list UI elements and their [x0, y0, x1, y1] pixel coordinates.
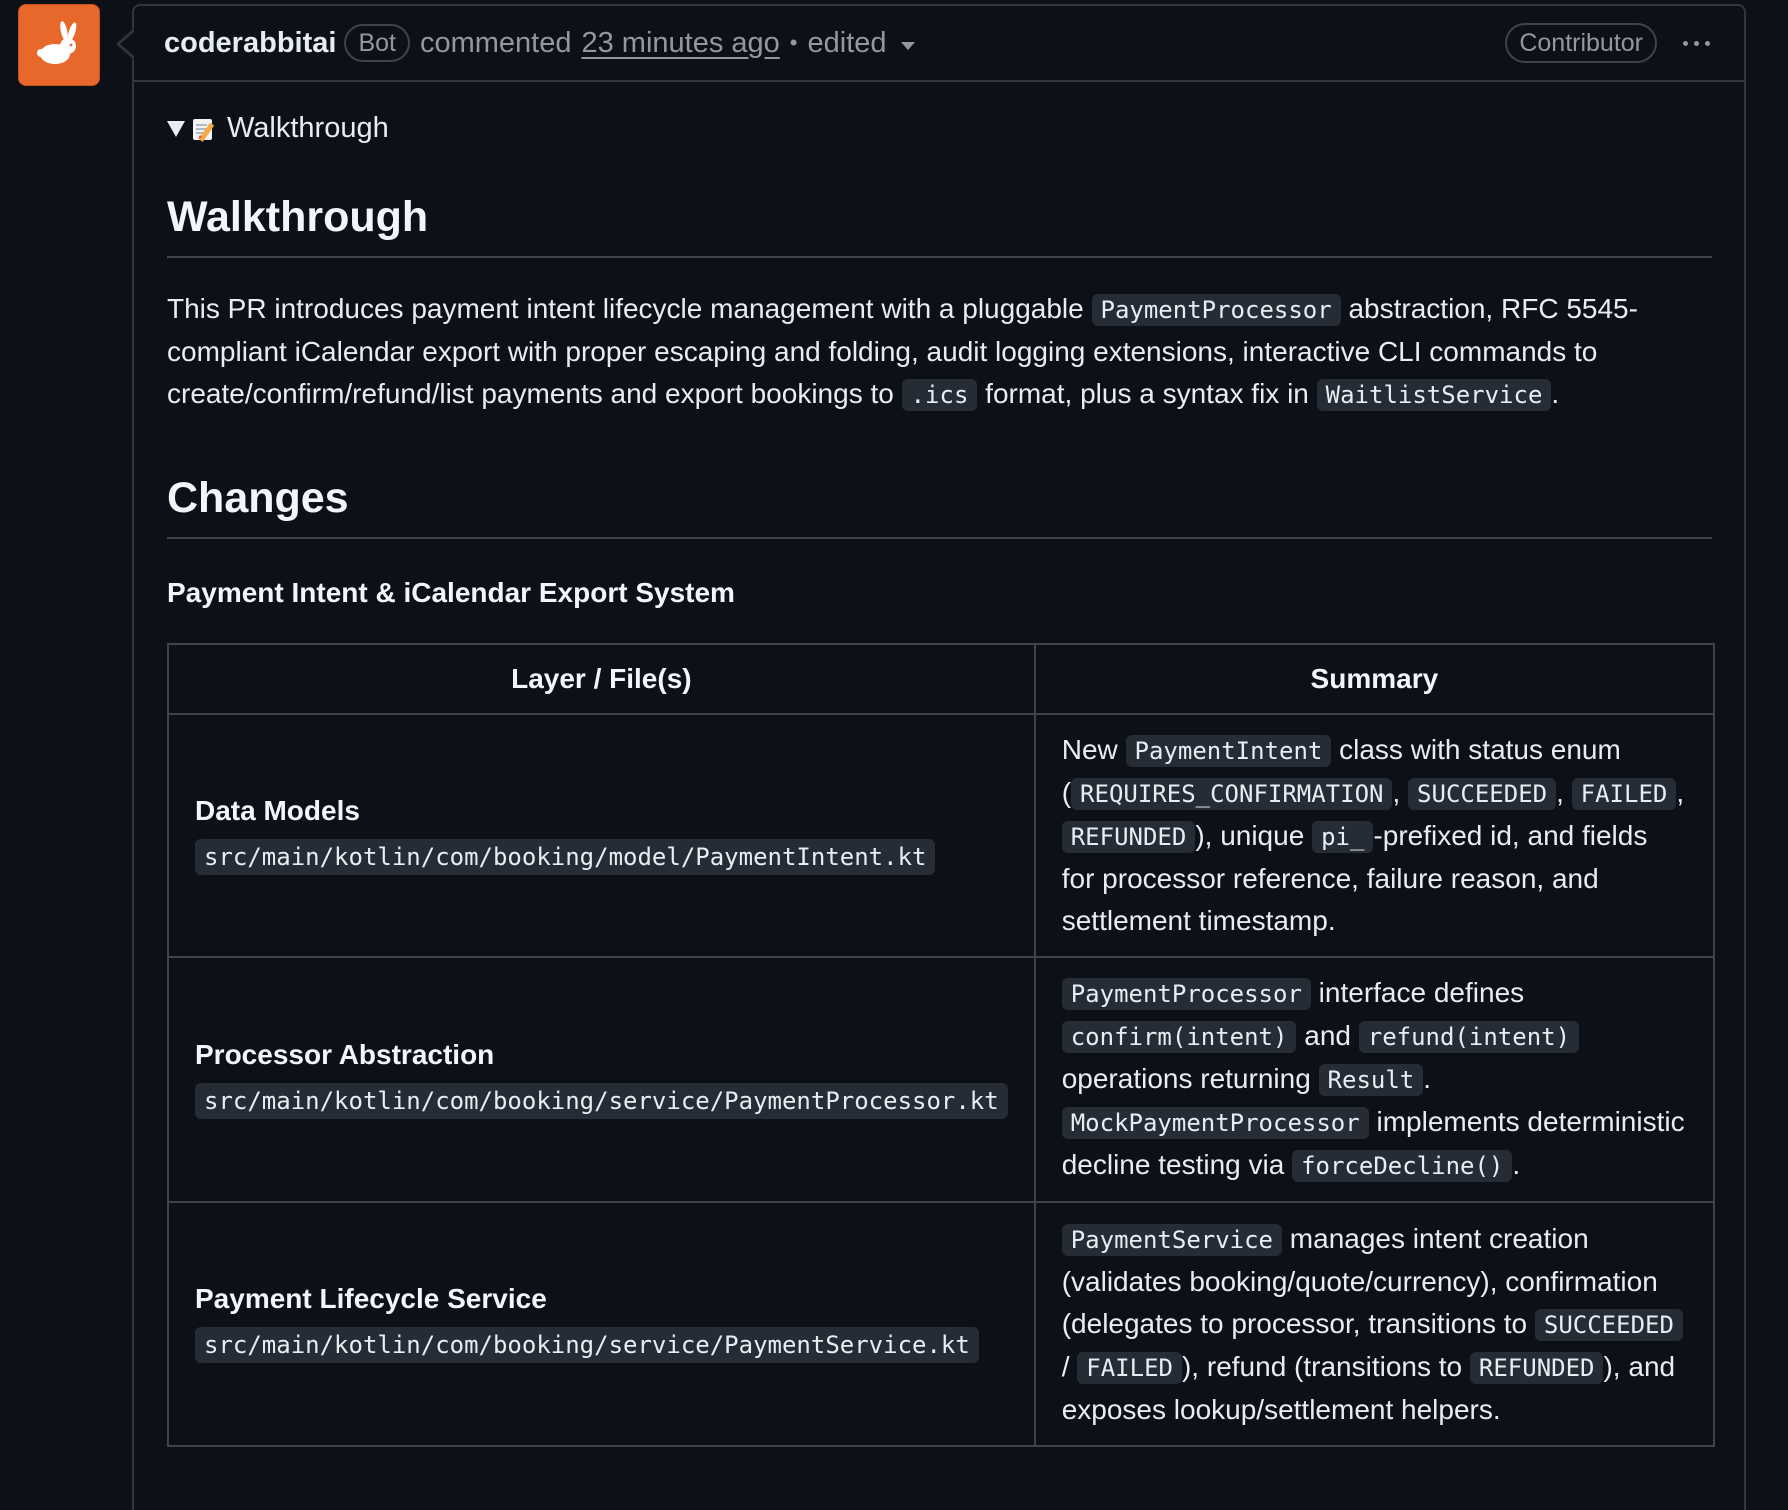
inline-code: PaymentProcessor [1061, 978, 1311, 1010]
walkthrough-toggle-label: Walkthrough [227, 112, 389, 144]
page: coderabbitai Bot commented 23 minutes ag… [0, 0, 1788, 1510]
inline-code: PaymentIntent [1125, 735, 1332, 767]
memo-icon [193, 118, 215, 142]
table-row: Processor Abstraction src/main/kotlin/co… [167, 956, 1716, 1203]
table-row: Data Models src/main/kotlin/com/booking/… [167, 713, 1716, 958]
inline-code: REFUNDED [1469, 1351, 1604, 1384]
layer-cell: Payment Lifecycle Service src/main/kotli… [167, 1201, 1036, 1447]
inline-code: .ics [901, 379, 978, 411]
changes-table: Layer / File(s) Summary Data Models src/… [167, 643, 1716, 1447]
layer-cell: Processor Abstraction src/main/kotlin/co… [167, 956, 1036, 1203]
inline-code: REFUNDED [1061, 821, 1196, 853]
inline-code: FAILED [1571, 778, 1677, 810]
inline-code: refund(intent) [1358, 1021, 1580, 1053]
inline-code: MockPaymentProcessor [1061, 1107, 1369, 1139]
contributor-badge: Contributor [1505, 23, 1657, 63]
file-path: src/main/kotlin/com/booking/model/Paymen… [195, 837, 1008, 881]
separator-dot: • [789, 30, 798, 55]
file-path-code: src/main/kotlin/com/booking/service/Paym… [195, 1082, 1008, 1119]
comment-body: Walkthrough Walkthrough This PR introduc… [134, 112, 1744, 1447]
rabbit-icon [37, 21, 77, 64]
inline-code: SUCCEEDED [1408, 778, 1557, 810]
inline-code: WaitlistService [1316, 379, 1552, 411]
avatar[interactable] [18, 4, 100, 86]
file-path-code: src/main/kotlin/com/booking/service/Paym… [195, 1327, 979, 1363]
column-header-layer: Layer / File(s) [167, 643, 1036, 715]
edited-label[interactable]: edited [808, 27, 887, 60]
inline-code: pi_ [1312, 821, 1374, 853]
section-heading: Payment Intent & iCalendar Export System [167, 577, 735, 608]
summary-cell: PaymentProcessor interface defines confi… [1033, 956, 1716, 1203]
table-header-row: Layer / File(s) Summary [167, 643, 1716, 715]
inline-code: confirm(intent) [1061, 1021, 1297, 1053]
column-header-summary: Summary [1033, 643, 1716, 715]
inline-code: PaymentProcessor [1091, 294, 1341, 326]
inline-code: FAILED [1077, 1351, 1182, 1384]
bot-badge: Bot [344, 24, 410, 62]
inline-code: forceDecline() [1292, 1150, 1513, 1182]
file-path-code: src/main/kotlin/com/booking/model/Paymen… [195, 838, 936, 875]
inline-code: Result [1318, 1064, 1424, 1096]
chevron-down-icon[interactable] [900, 42, 915, 50]
summary-cell: PaymentService manages intent creation (… [1033, 1201, 1716, 1447]
layer-name: Payment Lifecycle Service [195, 1283, 547, 1314]
timestamp-link[interactable]: 23 minutes ago [581, 27, 779, 60]
walkthrough-toggle[interactable]: Walkthrough [167, 112, 1712, 145]
summary-cell: New PaymentIntent class with status enum… [1033, 713, 1716, 958]
layer-name: Data Models [195, 794, 360, 826]
file-path: src/main/kotlin/com/booking/service/Paym… [195, 1081, 1008, 1125]
header-right: Contributor [1505, 23, 1714, 63]
comment-pointer-inner [120, 32, 134, 56]
author-name[interactable]: coderabbitai [164, 27, 336, 60]
comment-box: coderabbitai Bot commented 23 minutes ag… [132, 4, 1746, 1510]
changes-heading: Changes [167, 474, 1712, 539]
inline-code: REQUIRES_CONFIRMATION [1071, 778, 1393, 810]
triangle-down-icon [167, 120, 185, 137]
more-options-icon[interactable] [1679, 31, 1714, 56]
comment-header: coderabbitai Bot commented 23 minutes ag… [134, 6, 1744, 82]
comment-action: commented [419, 26, 572, 59]
table-row: Payment Lifecycle Service src/main/kotli… [167, 1201, 1716, 1447]
intro-paragraph: This PR introduces payment intent lifecy… [167, 293, 1638, 411]
inline-code: PaymentService [1061, 1223, 1283, 1256]
layer-name: Processor Abstraction [195, 1038, 495, 1070]
layer-cell: Data Models src/main/kotlin/com/booking/… [167, 713, 1036, 958]
inline-code: SUCCEEDED [1534, 1308, 1683, 1341]
file-path: src/main/kotlin/com/booking/service/Paym… [195, 1325, 1008, 1369]
walkthrough-heading: Walkthrough [167, 193, 1712, 258]
